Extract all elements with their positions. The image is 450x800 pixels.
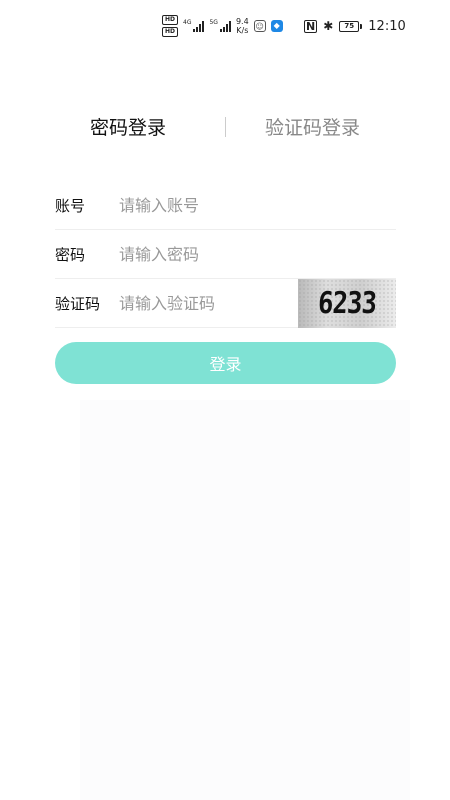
- network-speed-unit: K/s: [236, 26, 249, 35]
- status-bar-right: N ✱ 75 12:10: [304, 18, 406, 34]
- bluetooth-icon: ✱: [323, 19, 334, 33]
- battery-level: 75: [339, 20, 360, 32]
- nfc-icon: N: [304, 19, 318, 33]
- tab-divider: [225, 117, 226, 137]
- hd-badge-1: HD: [162, 15, 179, 25]
- tab-code-login[interactable]: 验证码登录: [265, 108, 360, 148]
- background-panel: [80, 400, 410, 800]
- network-type-2: 5G: [209, 19, 218, 26]
- hd-badge-2: HD: [162, 27, 179, 37]
- status-bar-left: HD HD 4G 5G 9.4 K/s ☺ ◆: [162, 14, 283, 38]
- account-label: 账号: [55, 196, 86, 215]
- account-input[interactable]: [119, 185, 396, 225]
- signal-bars-icon: [219, 20, 231, 32]
- signal-1: 4G: [183, 19, 205, 32]
- login-button[interactable]: 登录: [55, 342, 396, 384]
- captcha-image[interactable]: 6233: [298, 279, 396, 328]
- network-type-1: 4G: [183, 19, 192, 26]
- captcha-image-text: 6233: [316, 286, 378, 321]
- login-mode-tabs: 密码登录 验证码登录: [0, 108, 450, 148]
- captcha-label: 验证码: [55, 294, 101, 313]
- status-bar: HD HD 4G 5G 9.4 K/s ☺ ◆ N ✱ 75 12:10: [0, 0, 450, 52]
- password-input[interactable]: [119, 234, 396, 274]
- app-notification-icon: ☺: [253, 20, 266, 32]
- network-speed-value: 9.4: [235, 17, 249, 26]
- battery-icon: 75: [339, 20, 363, 32]
- hd-indicators: HD HD: [162, 15, 179, 37]
- network-speed: 9.4 K/s: [236, 17, 249, 35]
- password-label: 密码: [55, 245, 86, 264]
- signal-bars-icon: [193, 20, 205, 32]
- account-row: 账号: [55, 181, 396, 230]
- clock: 12:10: [368, 18, 406, 34]
- tab-password-login[interactable]: 密码登录: [90, 108, 166, 148]
- login-form: 账号 密码 验证码 6233: [55, 181, 396, 328]
- captcha-row: 验证码 6233: [55, 279, 396, 328]
- shield-notification-icon: ◆: [270, 20, 283, 32]
- signal-2: 5G: [209, 19, 231, 32]
- password-row: 密码: [55, 230, 396, 279]
